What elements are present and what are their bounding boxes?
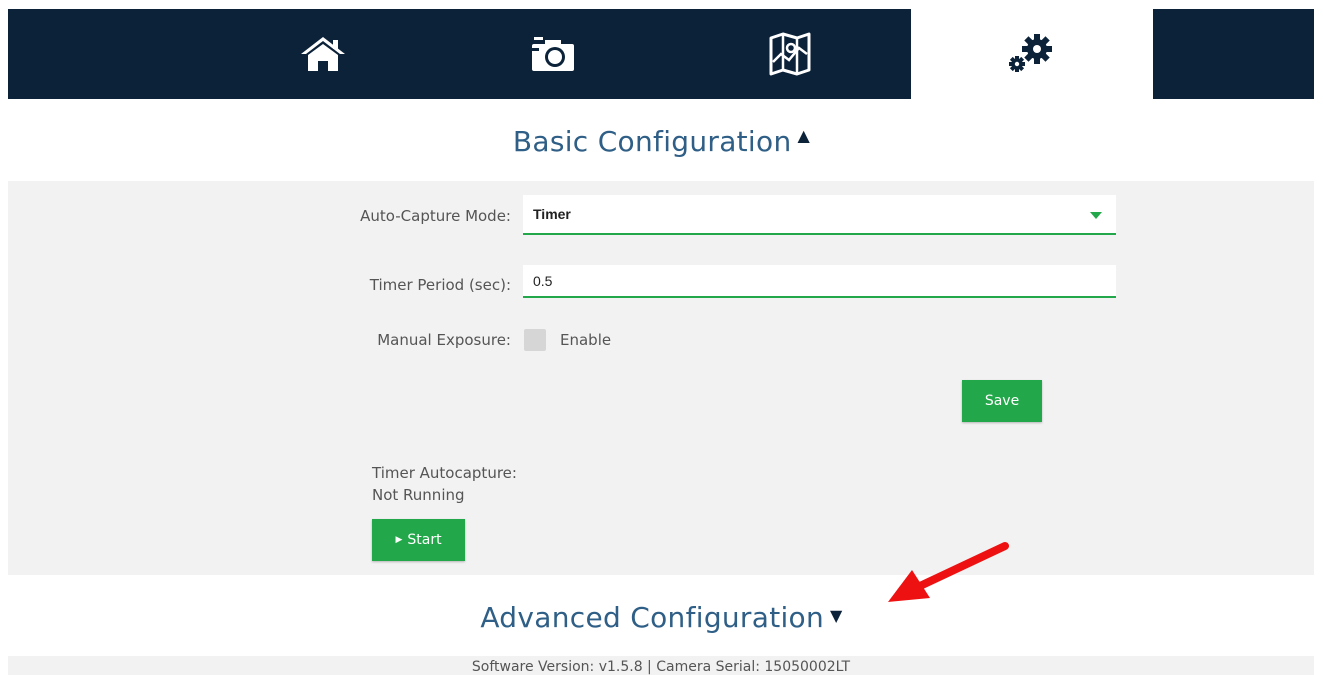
caret-down-icon: ▼ bbox=[830, 606, 843, 625]
tab-home[interactable] bbox=[208, 9, 438, 99]
advanced-config-header[interactable]: Advanced Configuration ▼ bbox=[0, 601, 1323, 634]
manual-exposure-checkbox[interactable] bbox=[524, 329, 546, 351]
home-icon bbox=[301, 37, 345, 71]
top-nav bbox=[8, 9, 1314, 99]
play-icon: ▶ bbox=[395, 535, 403, 545]
caret-up-icon: ▲ bbox=[797, 126, 811, 145]
save-button[interactable]: Save bbox=[962, 380, 1042, 422]
gears-icon bbox=[1009, 34, 1052, 72]
annotation-arrow-icon bbox=[888, 542, 1009, 602]
auto-capture-value: Timer bbox=[533, 206, 571, 222]
timer-status: Not Running bbox=[372, 486, 465, 504]
basic-config-header[interactable]: Basic Configuration ▲ bbox=[0, 125, 1323, 158]
footer-text: Software Version: v1.5.8 | Camera Serial… bbox=[471, 659, 851, 675]
footer: Software Version: v1.5.8 | Camera Serial… bbox=[8, 656, 1314, 675]
timer-autocapture-label: Timer Autocapture: bbox=[372, 464, 517, 482]
start-label: Start bbox=[407, 532, 442, 548]
timer-period-input[interactable]: 0.5 bbox=[523, 265, 1116, 298]
tab-settings[interactable] bbox=[911, 9, 1153, 99]
basic-config-title: Basic Configuration bbox=[512, 125, 792, 158]
dropdown-arrow-icon bbox=[1090, 212, 1102, 219]
timer-period-label: Timer Period (sec): bbox=[369, 276, 511, 294]
timer-period-value: 0.5 bbox=[533, 273, 553, 289]
enable-label: Enable bbox=[560, 331, 612, 349]
tab-map[interactable] bbox=[668, 9, 911, 99]
start-button[interactable]: ▶ Start bbox=[372, 519, 465, 561]
basic-config-panel bbox=[8, 181, 1314, 575]
camera-icon bbox=[532, 37, 574, 71]
auto-capture-label: Auto-Capture Mode: bbox=[360, 207, 511, 225]
auto-capture-select[interactable]: Timer bbox=[523, 195, 1116, 235]
advanced-config-title: Advanced Configuration bbox=[480, 601, 825, 634]
map-icon bbox=[769, 32, 810, 76]
tab-camera[interactable] bbox=[438, 9, 668, 99]
manual-exposure-label: Manual Exposure: bbox=[377, 331, 511, 349]
